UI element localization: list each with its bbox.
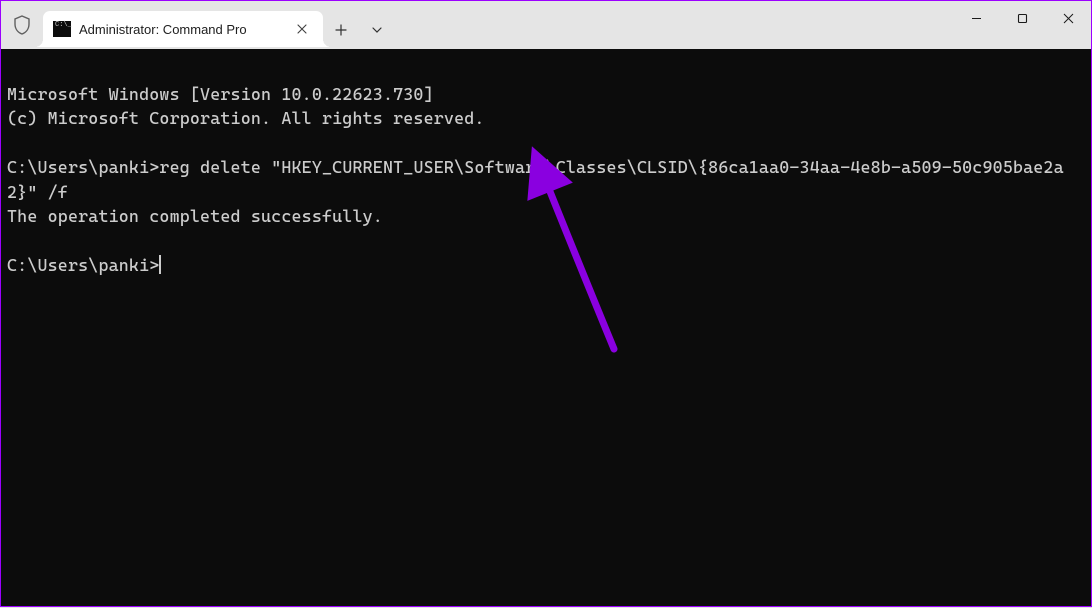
prompt-line: C:\Users\panki>: [7, 253, 1085, 278]
tab-active[interactable]: C:\_ Administrator: Command Pro: [43, 11, 323, 47]
title-bar: C:\_ Administrator: Command Pro: [1, 1, 1091, 49]
output-line: The operation completed successfully.: [7, 204, 1085, 229]
minimize-button[interactable]: [953, 1, 999, 35]
maximize-button[interactable]: [999, 1, 1045, 35]
blank-line: [7, 131, 1085, 156]
command-line: C:\Users\panki>reg delete "HKEY_CURRENT_…: [7, 155, 1085, 204]
banner-line: Microsoft Windows [Version 10.0.22623.73…: [7, 82, 1085, 107]
window-controls: [953, 1, 1091, 35]
terminal-area[interactable]: Microsoft Windows [Version 10.0.22623.73…: [1, 49, 1091, 606]
tab-title: Administrator: Command Pro: [79, 22, 285, 37]
tab-dropdown-button[interactable]: [359, 12, 395, 48]
cmd-icon: C:\_: [53, 21, 71, 37]
banner-line: (c) Microsoft Corporation. All rights re…: [7, 106, 1085, 131]
command-text: reg delete "HKEY_CURRENT_USER\Software\C…: [7, 157, 1064, 202]
cursor: [159, 255, 161, 274]
blank-line: [7, 229, 1085, 254]
close-button[interactable]: [1045, 1, 1091, 35]
prompt: C:\Users\panki>: [7, 157, 159, 177]
tab-actions: [323, 1, 395, 49]
prompt: C:\Users\panki>: [7, 255, 159, 275]
tab-close-button[interactable]: [291, 18, 313, 40]
